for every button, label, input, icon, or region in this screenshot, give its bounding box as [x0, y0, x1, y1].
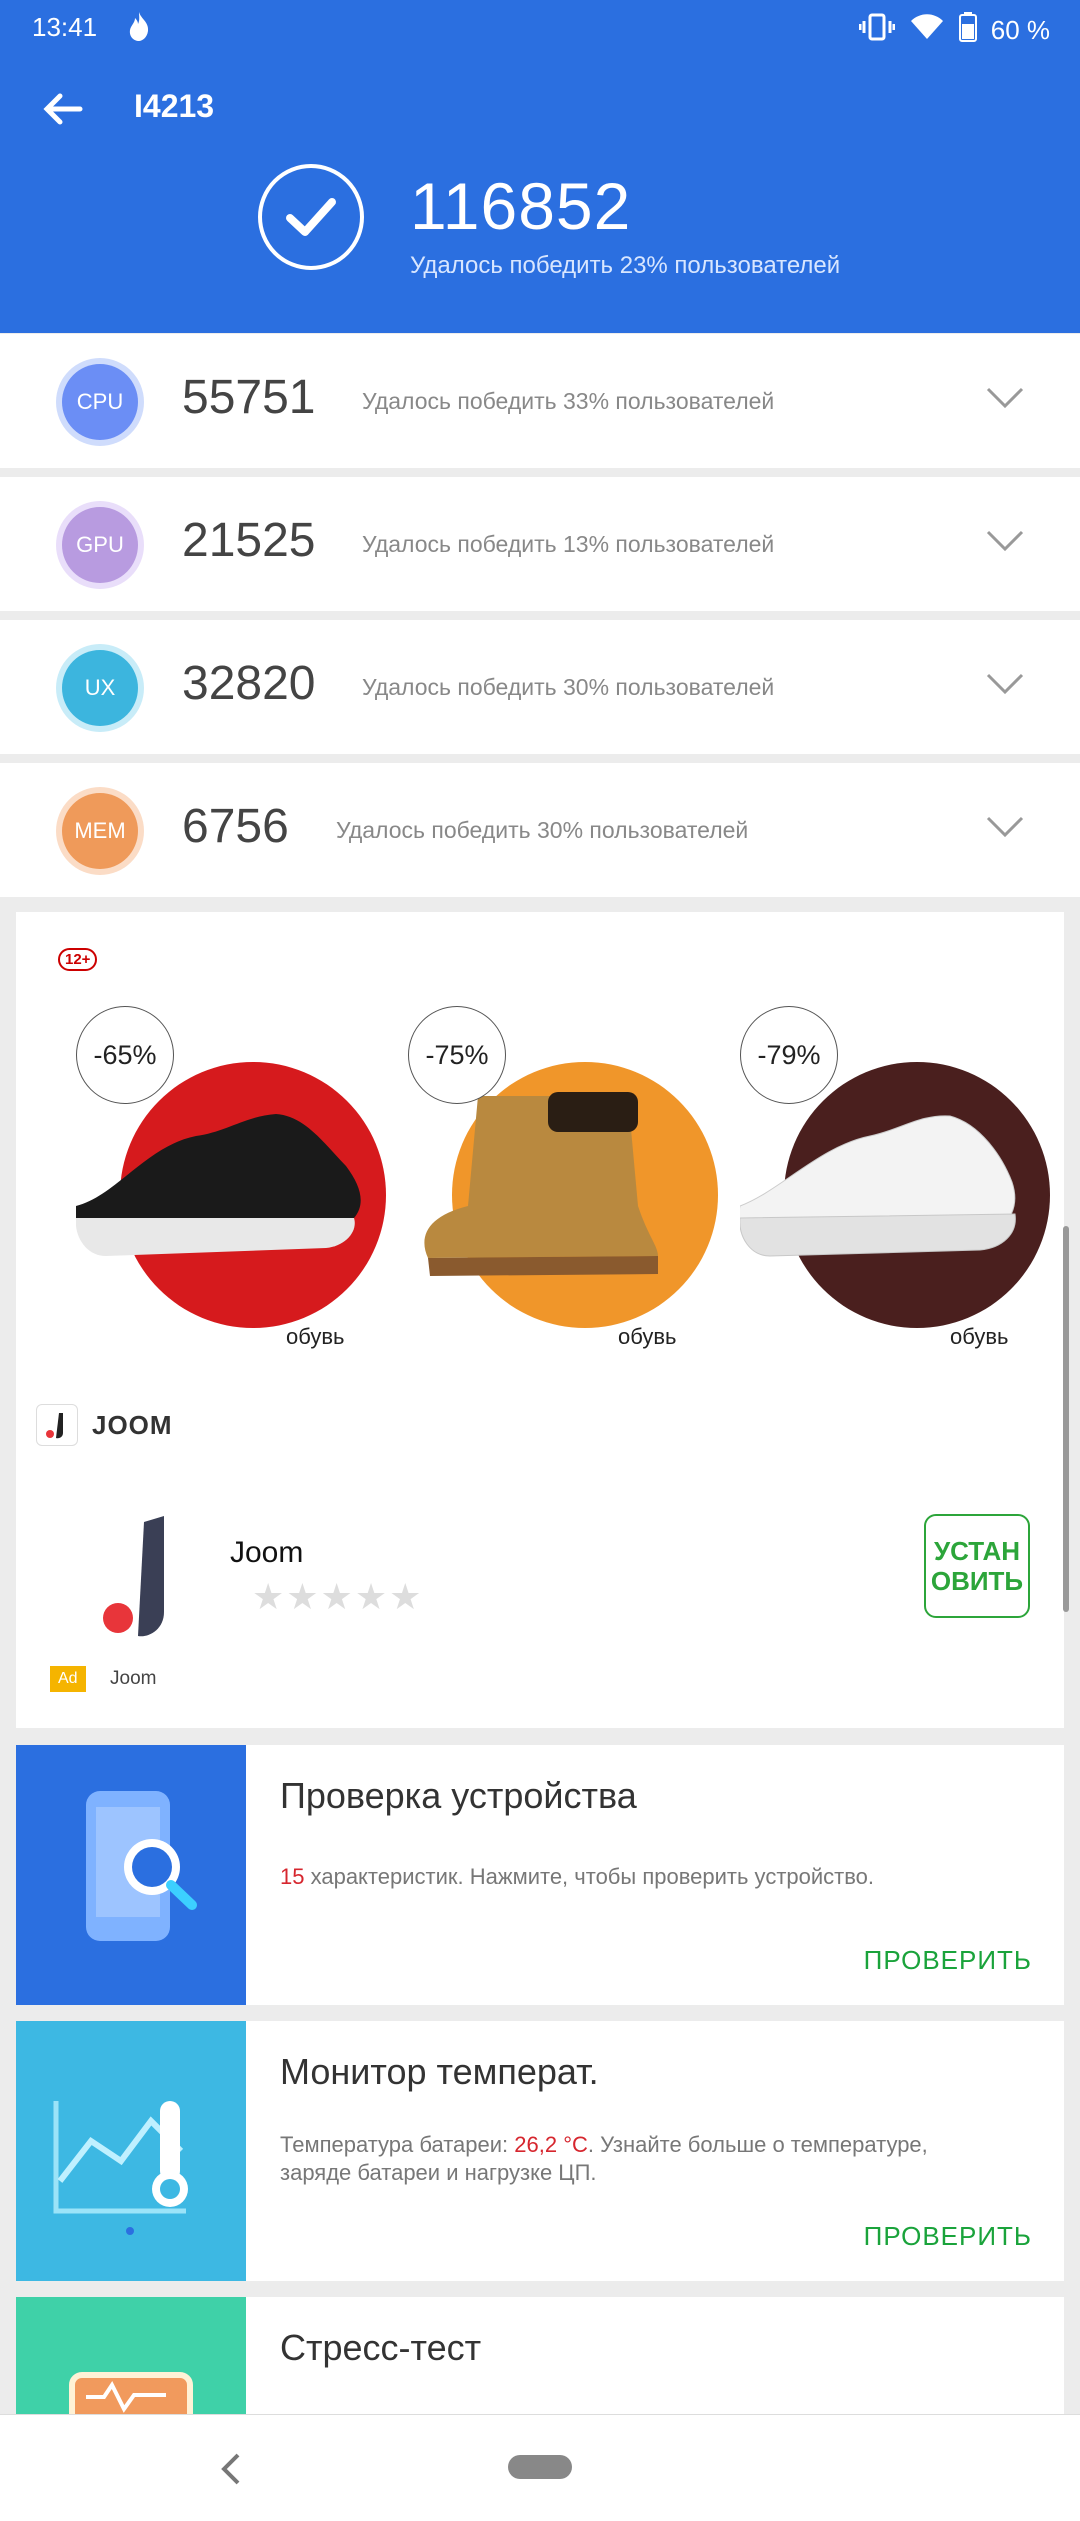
- ux-badge: UX: [56, 644, 144, 732]
- temperature-title: Монитор температ.: [280, 2051, 599, 2092]
- total-beat-text: Удалось победить 23% пользователей: [410, 252, 841, 279]
- joom-app-logo-icon: [86, 1512, 196, 1642]
- temperature-button[interactable]: ПРОВЕРИТЬ: [864, 2221, 1032, 2252]
- flame-icon: [126, 10, 152, 47]
- rating-stars: ★★★★★: [252, 1576, 424, 1617]
- phone-search-icon: [86, 1791, 197, 1941]
- status-time: 13:41: [32, 12, 98, 42]
- device-check-desc: 15 характеристик. Нажмите, чтобы провери…: [280, 1863, 1000, 1891]
- product-1-label: обувь: [286, 1324, 345, 1349]
- vibrate-icon: [858, 13, 896, 48]
- ux-beat-text: Удалось победить 30% пользователей: [362, 674, 775, 700]
- gpu-score: 21525: [182, 514, 316, 567]
- ux-badge-label: UX: [62, 650, 138, 726]
- cpu-badge: CPU: [56, 358, 144, 446]
- temperature-desc: Температура батареи: 26,2 °C. Узнайте бо…: [280, 2131, 1000, 2187]
- ad-source: Joom: [110, 1668, 157, 1689]
- joom-logo-icon: [36, 1404, 78, 1446]
- product-3-discount: -79%: [740, 1006, 838, 1104]
- check-circle-icon: [258, 164, 364, 270]
- app-name: Joom: [230, 1536, 304, 1569]
- battery-percent: 60 %: [990, 15, 1050, 45]
- card-stress-test[interactable]: Стресс-тест: [16, 2297, 1064, 2414]
- chevron-down-icon[interactable]: [986, 815, 1024, 839]
- device-check-pane: [16, 1745, 246, 2005]
- product-2-label: обувь: [618, 1324, 677, 1349]
- status-right: 60 %: [858, 12, 1050, 49]
- temperature-pane: [16, 2021, 246, 2281]
- wifi-icon: [909, 13, 945, 48]
- product-2[interactable]: -75% обувь: [408, 1006, 718, 1349]
- install-button[interactable]: УСТАН ОВИТЬ: [924, 1514, 1030, 1618]
- back-button[interactable]: [36, 82, 90, 136]
- stress-test-pane: [16, 2297, 246, 2414]
- ad-badge: Ad: [50, 1666, 86, 1692]
- result-row-cpu[interactable]: CPU 55751 Удалось победить 33% пользоват…: [0, 334, 1080, 468]
- cpu-score: 55751: [182, 371, 316, 424]
- nav-back-icon[interactable]: [212, 2449, 252, 2489]
- result-row-ux[interactable]: UX 32820 Удалось победить 30% пользовате…: [0, 620, 1080, 754]
- result-row-gpu[interactable]: GPU 21525 Удалось победить 13% пользоват…: [0, 477, 1080, 611]
- card-temperature-monitor[interactable]: Монитор температ. Температура батареи: 2…: [16, 2021, 1064, 2281]
- battery-icon: [958, 12, 977, 49]
- page-title: I4213: [134, 88, 215, 124]
- chevron-down-icon[interactable]: [986, 672, 1024, 696]
- device-check-desc-text: характеристик. Нажмите, чтобы проверить …: [304, 1864, 875, 1889]
- nav-home-pill[interactable]: [508, 2455, 572, 2479]
- sneaker-black-icon: [76, 1114, 361, 1256]
- boot-icon: [424, 1092, 658, 1276]
- temperature-desc-prefix: Температура батареи:: [280, 2132, 515, 2157]
- joom-brand: JOOM: [36, 1404, 173, 1446]
- mem-score: 6756: [182, 800, 289, 853]
- cpu-badge-label: CPU: [62, 364, 138, 440]
- product-1[interactable]: -65% обувь: [76, 1006, 386, 1349]
- sneaker-white-icon: [740, 1115, 1016, 1257]
- mem-badge: MEM: [56, 787, 144, 875]
- product-1-discount: -65%: [76, 1006, 174, 1104]
- temperature-value: 26,2 °C: [514, 2132, 588, 2157]
- status-bar: 13:41 60 %: [0, 0, 1080, 56]
- device-check-count: 15: [280, 1864, 305, 1889]
- product-2-discount: -75%: [408, 1006, 506, 1104]
- arrow-left-icon: [43, 93, 83, 125]
- gpu-beat-text: Удалось победить 13% пользователей: [362, 531, 775, 557]
- mem-badge-label: MEM: [62, 793, 138, 869]
- chip-icon: [69, 2372, 193, 2414]
- age-rating: 12+: [58, 948, 98, 971]
- result-row-mem[interactable]: MEM 6756 Удалось победить 30% пользовате…: [0, 763, 1080, 897]
- card-device-check[interactable]: Проверка устройства 15 характеристик. На…: [16, 1745, 1064, 2005]
- chevron-down-icon[interactable]: [986, 529, 1024, 553]
- ad-banner[interactable]: 12+ -65% обувь -75% обувь -79% обувь JOO…: [16, 912, 1064, 1728]
- joom-brand-name: JOOM: [92, 1409, 173, 1440]
- cpu-beat-text: Удалось победить 33% пользователей: [362, 388, 775, 414]
- mem-beat-text: Удалось победить 30% пользователей: [336, 817, 749, 843]
- thermometer-chart-icon: [53, 2101, 188, 2235]
- device-check-button[interactable]: ПРОВЕРИТЬ: [864, 1945, 1032, 1976]
- stress-test-title: Стресс-тест: [280, 2327, 482, 2368]
- ux-score: 32820: [182, 657, 316, 710]
- device-check-title: Проверка устройства: [280, 1775, 637, 1816]
- gpu-badge: GPU: [56, 501, 144, 589]
- product-3-label: обувь: [950, 1324, 1009, 1349]
- chevron-down-icon[interactable]: [986, 386, 1024, 410]
- total-score: 116852: [410, 169, 632, 243]
- product-3[interactable]: -79% обувь: [740, 1006, 1050, 1349]
- navigation-bar: [0, 2414, 1080, 2521]
- header: 13:41 60 % I4213 116852 Удалось победить…: [0, 0, 1080, 333]
- gpu-badge-label: GPU: [62, 507, 138, 583]
- scrollbar[interactable]: [1063, 1226, 1069, 1612]
